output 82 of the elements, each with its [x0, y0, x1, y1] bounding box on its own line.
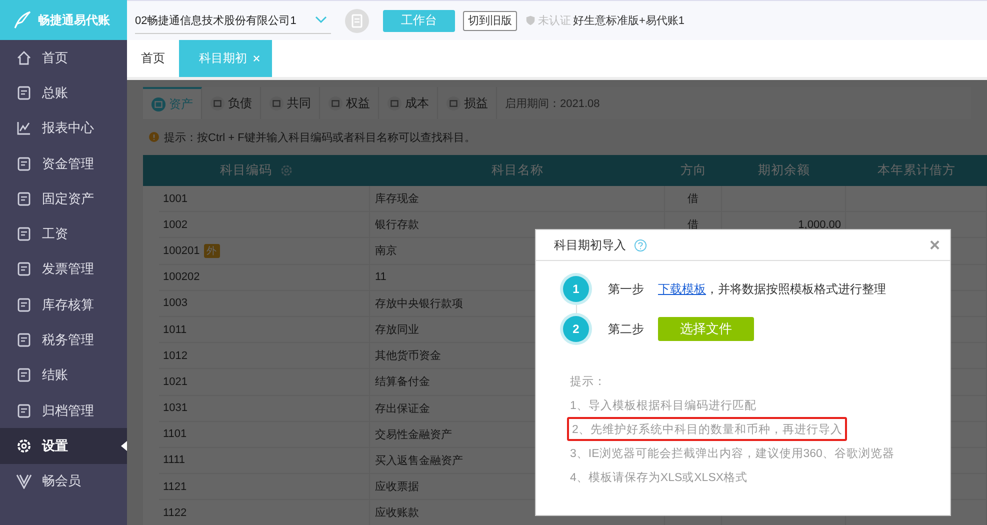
step-label: 第二步	[608, 320, 645, 338]
step-label: 第一步	[608, 280, 645, 298]
table-cell: 1011	[163, 324, 187, 336]
table-cell-text: 银行存款	[375, 218, 419, 232]
settings-icon[interactable]	[280, 164, 293, 177]
table-cell: 1101	[163, 428, 187, 440]
table-cell-text: 交易性金融资产	[375, 428, 452, 442]
table-cell: 1111	[163, 454, 186, 466]
help-icon[interactable]	[634, 238, 647, 252]
sidebar-item[interactable]: 税务管理	[0, 322, 127, 358]
table-cell-text: 库存现金	[375, 192, 419, 206]
certification-status: 未认证	[538, 14, 571, 28]
sidebar-item[interactable]: 报表中心	[0, 110, 127, 146]
sidebar-item[interactable]: 设置	[0, 428, 127, 464]
tab-label: 首页	[141, 50, 165, 67]
sidebar-item[interactable]: 归档管理	[0, 392, 127, 428]
column-header: 方向	[680, 162, 706, 179]
table-cell: 1031	[163, 402, 188, 414]
step-number: 1	[563, 276, 589, 302]
sidebar-item[interactable]: 固定资产	[0, 181, 127, 216]
chevron-down-icon	[315, 16, 327, 24]
table-cell-text: 买入返售金融资产	[375, 454, 463, 468]
hint-title: 提示：	[569, 374, 607, 390]
tab-label: 科目期初	[199, 50, 247, 67]
download-template-link[interactable]: 下载模板	[658, 282, 706, 296]
column-header: 本年累计借方	[878, 162, 956, 179]
table-cell-text: 南京	[375, 244, 397, 258]
sidebar-item[interactable]: 总账	[0, 75, 127, 111]
table-cell-text: 借	[688, 218, 698, 232]
sidebar-item[interactable]: 畅会员	[0, 464, 127, 499]
sidebar-item[interactable]: 库存核算	[0, 287, 127, 322]
sidebar-item[interactable]: 资金管理	[0, 146, 127, 182]
table-cell: 1012	[163, 350, 188, 362]
sidebar-item[interactable]: 首页	[0, 40, 127, 76]
home-icon	[16, 50, 32, 66]
sidebar-item[interactable]: 发票管理	[0, 252, 127, 288]
chart-icon	[16, 120, 32, 136]
hint-text: 3、IE浏览器可能会拦截弹出内容，建议使用360、谷歌浏览器	[569, 446, 896, 462]
table-cell: 1003	[163, 297, 188, 310]
close-icon[interactable]	[253, 55, 260, 62]
hint-text: 4、模板请保存为XLS或XLSX格式	[569, 470, 749, 486]
table-cell-text: 应收票据	[375, 480, 419, 494]
foreign-currency-badge: 外	[204, 244, 220, 258]
table-cell: 1001	[163, 192, 188, 205]
feather-logo-icon	[12, 10, 32, 30]
clipboard-icon[interactable]	[345, 8, 369, 32]
vip-icon	[16, 473, 32, 490]
step-instruction: 下载模板，并将数据按照模板格式进行整理	[658, 280, 886, 298]
table-cell: 1122	[163, 506, 187, 519]
table-cell: 1121	[163, 480, 187, 493]
column-header: 期初余额	[758, 162, 810, 179]
logo-text: 畅捷通易代账	[38, 12, 110, 28]
table-cell: 100202	[163, 271, 200, 284]
dialog-title: 科目期初导入	[554, 236, 626, 254]
page-tab[interactable]: 首页	[127, 40, 179, 77]
table-cell-text: 应收账款	[375, 506, 419, 520]
table-cell: 1002	[163, 218, 188, 231]
table-cell-text: 其他货币资金	[375, 349, 441, 364]
table-cell-text: 存出保证金	[375, 402, 430, 416]
table-cell-text: 结算备付金	[375, 375, 430, 390]
company-select[interactable]: 02畅捷通信息技术股份有限公司1	[135, 7, 331, 34]
table-cell: 100201	[163, 244, 200, 257]
sidebar-item[interactable]: 工资	[0, 216, 127, 252]
column-header: 科目名称	[492, 162, 544, 179]
step-number: 2	[563, 316, 589, 342]
table-cell-text: 借	[688, 192, 698, 206]
hint-text: 1、导入模板根据科目编码进行匹配	[569, 398, 758, 414]
table-cell: 11	[375, 271, 386, 284]
warning-icon	[149, 132, 159, 142]
table-cell-text: 存放中央银行款项	[375, 296, 463, 311]
start-period: 启用期间：2021.08	[505, 96, 600, 110]
sidebar-item[interactable]: 结账	[0, 358, 127, 393]
old-version-button[interactable]: 切到旧版	[463, 10, 517, 30]
settings-icon	[16, 438, 32, 454]
table-cell-text: 存放同业	[375, 323, 419, 338]
edition-name: 好生意标准版+易代账1	[573, 14, 685, 28]
table-cell: 1,000.00	[798, 218, 841, 231]
column-header: 科目编码	[220, 162, 272, 179]
hint-text: 2、先维护好系统中科目的数量和币种，再进行导入	[567, 417, 848, 441]
search-tip: 提示：按Ctrl + F键并输入科目编码或者科目名称可以查找科目。	[164, 130, 476, 144]
shield-icon	[525, 15, 536, 26]
table-cell: 1021	[163, 376, 188, 388]
